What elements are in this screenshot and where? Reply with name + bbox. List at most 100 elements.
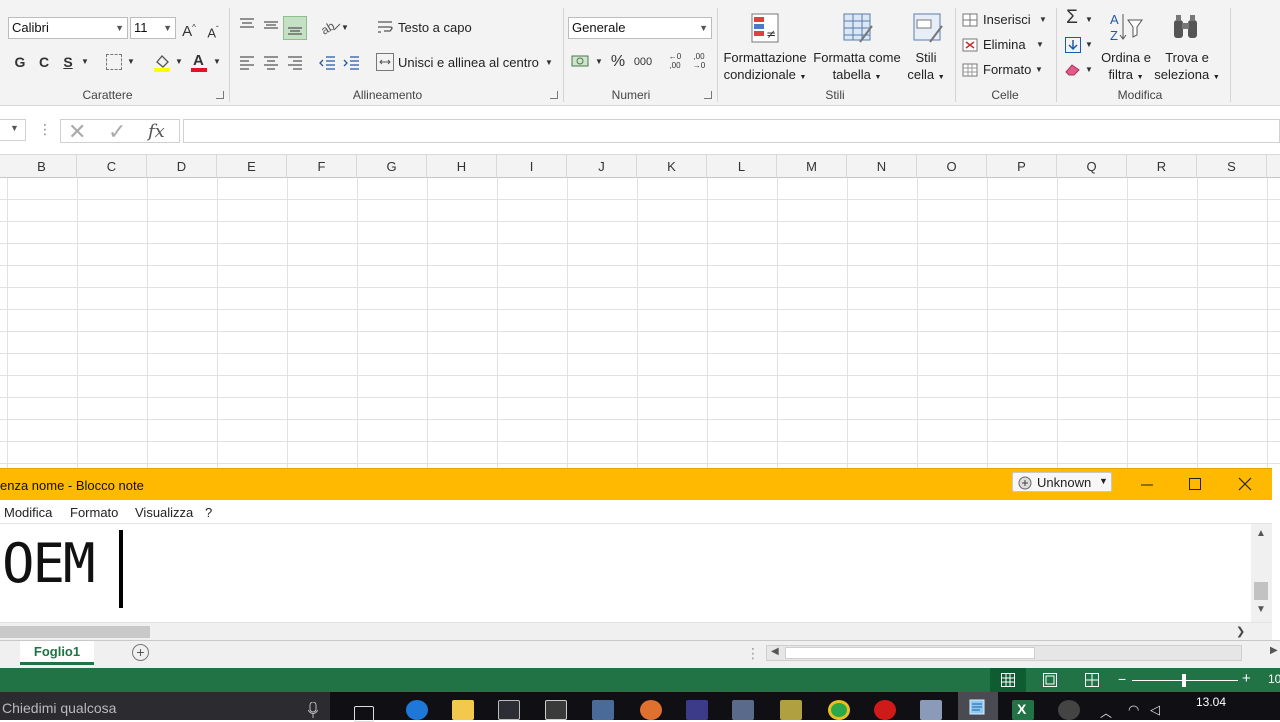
chevron-down-icon[interactable]: ▼ xyxy=(126,52,136,72)
cell-styles-button[interactable]: Stili cella ▼ xyxy=(904,49,948,86)
zoom-level[interactable]: 10 xyxy=(1268,672,1280,686)
grow-font-button[interactable]: A^ xyxy=(180,18,198,42)
zoom-slider-thumb[interactable] xyxy=(1182,674,1186,687)
wrap-text-icon[interactable] xyxy=(376,18,396,36)
chevron-down-icon[interactable]: ▼ xyxy=(174,52,184,72)
scroll-right-icon[interactable]: ❯ xyxy=(1236,625,1245,638)
underline-button[interactable]: S xyxy=(60,52,76,72)
bold-button[interactable]: G xyxy=(12,52,28,72)
chevron-down-icon[interactable]: ▼ xyxy=(1035,35,1045,55)
delete-cells-button[interactable]: Elimina xyxy=(983,37,1026,52)
menu-visualizza[interactable]: Visualizza xyxy=(135,505,193,520)
font-name-combo[interactable]: Calibri ▼ xyxy=(8,17,128,39)
number-format-combo[interactable]: Generale ▼ xyxy=(568,17,712,39)
app-icon[interactable] xyxy=(592,700,614,720)
menu-formato[interactable]: Formato xyxy=(70,505,118,520)
confirm-entry-button[interactable]: ✓ xyxy=(108,119,126,145)
align-middle-icon[interactable] xyxy=(262,16,280,34)
chevron-down-icon[interactable]: ▼ xyxy=(1034,60,1044,80)
increase-indent-icon[interactable] xyxy=(342,54,360,70)
align-top-icon[interactable] xyxy=(238,16,256,34)
menu-modifica[interactable]: Modifica xyxy=(4,505,52,520)
column-header[interactable]: L xyxy=(707,155,777,178)
zoom-in-button[interactable]: + xyxy=(1242,670,1251,687)
column-header[interactable]: I xyxy=(497,155,567,178)
sheet-tab-active[interactable]: Foglio1 xyxy=(20,641,94,665)
column-header[interactable]: O xyxy=(917,155,987,178)
dialog-launcher-icon[interactable] xyxy=(216,91,224,99)
font-size-combo[interactable]: 11 ▼ xyxy=(130,17,176,39)
wrap-text-button[interactable]: Testo a capo xyxy=(398,20,472,35)
scroll-left-icon[interactable]: ◀ xyxy=(771,646,779,657)
chevron-down-icon[interactable]: ▼ xyxy=(80,52,90,72)
fill-down-icon[interactable] xyxy=(1065,37,1081,53)
page-break-button[interactable] xyxy=(1084,673,1100,687)
app-icon[interactable] xyxy=(920,700,942,720)
app-icon[interactable] xyxy=(640,700,662,720)
scroll-down-icon[interactable]: ▼ xyxy=(1256,604,1266,615)
column-header[interactable]: F xyxy=(287,155,357,178)
horizontal-scrollbar[interactable]: ❯ xyxy=(0,622,1272,640)
dialog-launcher-icon[interactable] xyxy=(550,91,558,99)
align-left-icon[interactable] xyxy=(238,54,256,70)
align-center-icon[interactable] xyxy=(262,54,280,70)
column-header[interactable]: P xyxy=(987,155,1057,178)
formula-input[interactable] xyxy=(183,119,1280,143)
increase-decimal-button[interactable]: ←0 ,00 xyxy=(664,52,686,70)
column-header[interactable]: D xyxy=(147,155,217,178)
add-sheet-button[interactable]: + xyxy=(132,644,149,661)
column-header[interactable]: B xyxy=(7,155,77,178)
name-box[interactable]: ▼ xyxy=(0,119,26,141)
cortana-search[interactable]: Chiedimi qualcosa xyxy=(0,692,330,720)
merge-center-icon[interactable] xyxy=(376,53,394,71)
cancel-entry-button[interactable]: ✕ xyxy=(68,119,86,145)
menu-help[interactable]: ? xyxy=(205,505,212,520)
tray-overflow-icon[interactable]: ︿ xyxy=(1100,704,1112,721)
chevron-down-icon[interactable]: ▼ xyxy=(1084,10,1094,30)
chevron-down-icon[interactable]: ▼ xyxy=(1038,10,1048,30)
currency-icon[interactable] xyxy=(571,54,591,70)
volume-icon[interactable]: ◁ xyxy=(1150,702,1160,718)
zoom-out-button[interactable]: − xyxy=(1118,671,1126,687)
column-header[interactable]: Q xyxy=(1057,155,1127,178)
insert-function-button[interactable]: fx xyxy=(148,121,165,142)
chevron-down-icon[interactable]: ▼ xyxy=(340,18,350,38)
dialog-launcher-icon[interactable] xyxy=(704,91,712,99)
scroll-thumb[interactable] xyxy=(1254,582,1268,600)
chrome-icon[interactable] xyxy=(828,700,850,720)
sheet-hscrollbar[interactable]: ◀ xyxy=(766,645,1242,661)
scroll-up-icon[interactable]: ▲ xyxy=(1256,528,1266,539)
merge-center-button[interactable]: Unisci e allinea al centro xyxy=(398,55,539,70)
column-header[interactable]: K xyxy=(637,155,707,178)
sheet-scroll-thumb[interactable] xyxy=(785,647,1035,659)
autosum-button[interactable]: Σ xyxy=(1062,8,1082,28)
align-bottom-icon[interactable] xyxy=(283,16,307,40)
app-window-icon[interactable] xyxy=(545,700,567,720)
splitter-handle[interactable]: ⋮ xyxy=(746,645,760,662)
maximize-button[interactable] xyxy=(1188,477,1202,491)
borders-icon[interactable] xyxy=(106,54,122,70)
column-header[interactable]: S xyxy=(1197,155,1267,178)
chevron-down-icon[interactable]: ▼ xyxy=(1084,60,1094,80)
percent-button[interactable]: % xyxy=(610,52,626,72)
obs-icon[interactable] xyxy=(1058,700,1080,720)
app-icon[interactable] xyxy=(780,700,802,720)
chevron-down-icon[interactable]: ▼ xyxy=(1084,35,1094,55)
decrease-decimal-button[interactable]: ,00 →0 xyxy=(688,52,710,70)
notepad-title-bar[interactable]: enza nome - Blocco note Unknown ▼ xyxy=(0,468,1272,500)
ime-badge[interactable]: Unknown ▼ xyxy=(1012,472,1112,492)
insert-cells-button[interactable]: Inserisci xyxy=(983,12,1031,27)
chevron-down-icon[interactable]: ▼ xyxy=(212,52,222,72)
column-header[interactable]: C xyxy=(77,155,147,178)
minimize-button[interactable] xyxy=(1140,477,1154,491)
cell-grid[interactable] xyxy=(0,178,1280,468)
column-header[interactable]: H xyxy=(427,155,497,178)
clear-eraser-icon[interactable] xyxy=(1064,62,1082,76)
italic-button[interactable]: C xyxy=(36,52,52,72)
column-header[interactable]: E xyxy=(217,155,287,178)
conditional-formatting-button[interactable]: Formattazione condizionale ▼ xyxy=(722,49,808,86)
clock-time[interactable]: 13.04 xyxy=(1196,695,1226,709)
column-header[interactable]: R xyxy=(1127,155,1197,178)
column-header[interactable]: J xyxy=(567,155,637,178)
close-button[interactable] xyxy=(1238,477,1252,491)
